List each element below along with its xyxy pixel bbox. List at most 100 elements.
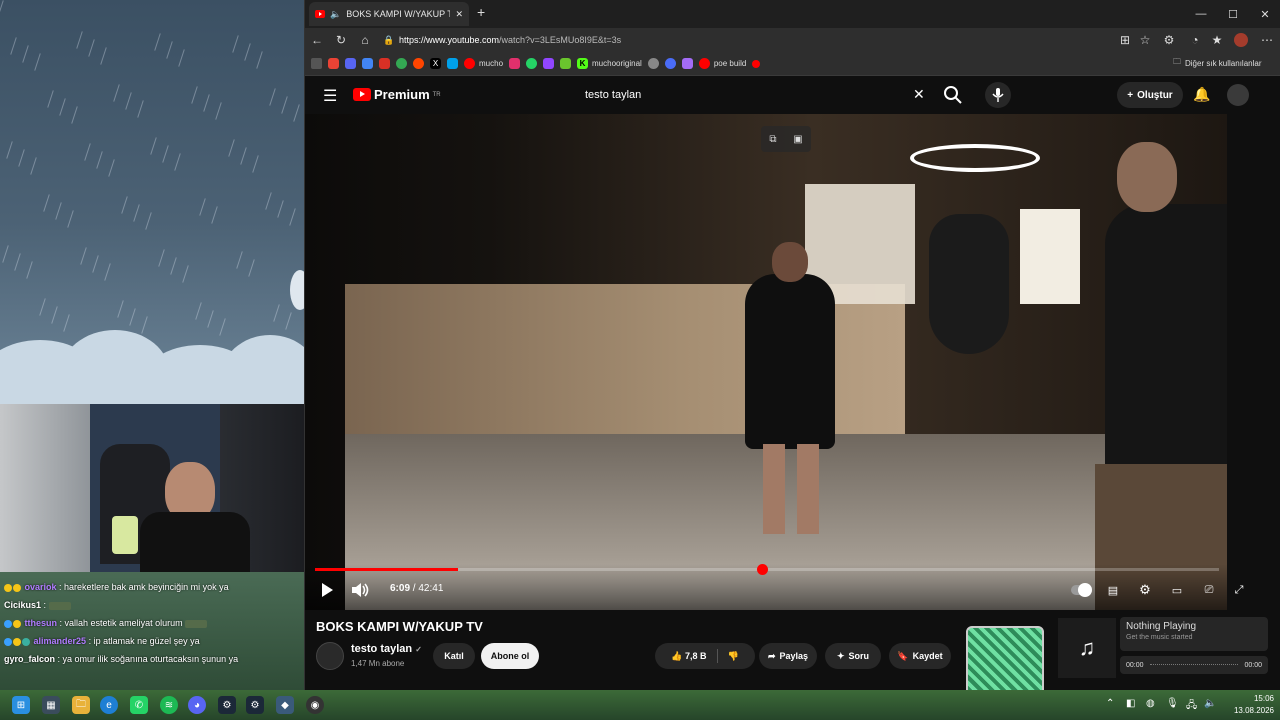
bookmark-item[interactable] <box>543 58 555 69</box>
microphone-icon[interactable] <box>985 82 1011 108</box>
bookmark-item[interactable] <box>311 58 322 69</box>
bookmark-item[interactable]: mucho <box>464 58 503 69</box>
channel-avatar[interactable] <box>316 642 344 670</box>
microphone-tray-icon[interactable]: 🎙 <box>1166 698 1179 709</box>
bookmark-item[interactable] <box>413 58 424 69</box>
vpn-icon[interactable]: ◆ <box>276 696 294 714</box>
other-bookmarks-folder[interactable]: 🗀 Diğer sık kullanılanlar <box>1173 56 1261 70</box>
steam-icon[interactable]: ⚙ <box>246 696 264 714</box>
bookmark-item[interactable] <box>447 58 458 69</box>
more-menu-icon[interactable]: ⋯ <box>1259 32 1275 48</box>
cast-icon[interactable]: ⎚ <box>1199 580 1219 600</box>
profile-avatar[interactable] <box>1233 32 1249 48</box>
new-tab-button[interactable]: + <box>477 4 485 20</box>
settings-gear-icon[interactable]: ⚙ <box>1135 580 1155 600</box>
rain-streak <box>256 51 263 69</box>
tray-app-icon[interactable]: ◧ <box>1126 698 1135 709</box>
rain-streak <box>55 202 62 220</box>
task-view-icon[interactable]: ▦ <box>42 696 60 714</box>
bookmark-item[interactable] <box>664 58 676 69</box>
clear-search-icon[interactable]: ✕ <box>913 86 925 103</box>
like-button[interactable]: 👍 7,8 B <box>671 651 706 662</box>
edge-browser-icon[interactable]: e <box>100 696 118 714</box>
screenshot-icon[interactable]: ▣ <box>793 134 802 145</box>
bookmark-item[interactable] <box>752 59 761 68</box>
maximize-button[interactable]: ☐ <box>1217 0 1249 28</box>
network-icon[interactable]: 🖧 <box>1186 698 1197 715</box>
bookmark-item[interactable] <box>328 58 339 69</box>
rain-streak <box>232 35 239 53</box>
minimize-button[interactable]: — <box>1185 0 1217 28</box>
search-icon[interactable] <box>943 85 963 105</box>
search-input[interactable]: testo taylan <box>575 81 937 109</box>
hamburger-menu-icon[interactable]: ☰ <box>323 86 337 106</box>
miniplayer-overlay[interactable]: ⧉ ▣ <box>761 126 811 152</box>
back-button[interactable]: ← <box>309 32 325 48</box>
url-field[interactable]: 🔒 https://www.youtube.com/watch?v=3LEsMU… <box>379 31 1119 49</box>
volume-icon[interactable] <box>351 580 371 600</box>
current-time: 6:09 <box>390 583 411 594</box>
ask-button[interactable]: ✦ Soru <box>825 643 881 669</box>
miniplayer-icon[interactable]: ▭ <box>1167 580 1187 600</box>
dislike-icon[interactable]: 👎 <box>728 651 739 662</box>
pip-icon[interactable]: ⧉ <box>769 134 776 145</box>
notifications-bell-icon[interactable]: 🔔 <box>1193 86 1210 103</box>
bookmark-item[interactable] <box>362 58 373 69</box>
extensions-icon[interactable]: ⚙ <box>1161 32 1177 48</box>
collections-icon[interactable]: ★ <box>1209 32 1225 48</box>
progress-scrubber[interactable] <box>756 564 768 575</box>
share-label: Paylaş <box>779 651 809 661</box>
bookmark-item[interactable] <box>345 58 356 69</box>
favorite-star-icon[interactable]: ☆ <box>1137 32 1153 48</box>
bookmark-item[interactable]: X <box>430 58 441 69</box>
gmail-icon <box>328 58 339 69</box>
video-title: BOKS KAMPI W/YAKUP TV <box>316 619 483 634</box>
subscribe-button[interactable]: Abone ol <box>481 643 539 669</box>
bookmark-item[interactable]: Kmuchooriginal <box>577 58 642 69</box>
bookmark-item[interactable] <box>647 58 659 69</box>
reload-button[interactable]: ↻ <box>333 32 349 48</box>
taskbar-clock[interactable]: 15:06 13.08.2026 <box>1222 693 1274 717</box>
youtube-premium-logo[interactable]: Premium TR <box>353 87 441 102</box>
video-player[interactable]: ⧉ ▣ <box>305 114 1227 610</box>
chat-username: gyro_falcon <box>4 654 56 664</box>
obs-icon[interactable]: ◉ <box>306 696 324 714</box>
rain-streak <box>265 192 272 210</box>
account-avatar[interactable] <box>1227 84 1249 106</box>
bookmark-item[interactable]: poe build <box>698 58 746 69</box>
steam-icon[interactable]: ⚙ <box>218 696 236 714</box>
channel-name[interactable]: testo taylan ✓ <box>351 643 422 655</box>
fullscreen-icon[interactable]: ⤢ <box>1229 580 1249 600</box>
save-button[interactable]: 🔖 Kaydet <box>889 643 951 669</box>
rain-streak <box>63 314 70 332</box>
play-button[interactable] <box>319 580 335 600</box>
whatsapp-icon[interactable]: ✆ <box>130 696 148 714</box>
bookmark-item[interactable] <box>681 58 693 69</box>
tray-app-icon[interactable]: ◍ <box>1146 698 1155 709</box>
bookmark-item[interactable] <box>509 58 521 69</box>
chat-text: : vallah estetik ameliyat olurum <box>59 618 183 628</box>
close-window-button[interactable]: ✕ <box>1249 0 1280 28</box>
bookmark-item[interactable] <box>526 58 538 69</box>
split-screen-icon[interactable]: ⊞ <box>1117 32 1133 48</box>
autoplay-toggle[interactable] <box>1069 580 1093 600</box>
address-bar-row: ← ↻ ⌂ 🔒 https://www.youtube.com/watch?v=… <box>305 28 1280 52</box>
close-tab-icon[interactable]: ✕ <box>455 9 463 20</box>
join-button[interactable]: Katıl <box>433 643 475 669</box>
home-button[interactable]: ⌂ <box>357 32 373 48</box>
bookmark-item[interactable] <box>560 58 572 69</box>
spotify-icon[interactable]: ≋ <box>160 696 178 714</box>
performance-icon[interactable]: ◔ <box>1187 32 1203 48</box>
like-count: 7,8 B <box>684 650 707 661</box>
browser-tab[interactable]: 🔈 BOKS KAMPI W/YAKUP TV - Y ✕ <box>309 2 469 26</box>
file-explorer-icon[interactable]: 🗀 <box>72 696 90 714</box>
share-button[interactable]: ➦ Paylaş <box>759 643 817 669</box>
tray-overflow-icon[interactable]: ⌃ <box>1106 698 1114 709</box>
create-button[interactable]: + Oluştur <box>1117 82 1183 108</box>
start-windows-icon[interactable]: ⊞ <box>12 696 30 714</box>
subtitles-icon[interactable]: ▤ <box>1103 580 1123 600</box>
bookmark-item[interactable] <box>396 58 407 69</box>
discord-icon[interactable]: ◕ <box>188 696 206 714</box>
bookmark-item[interactable] <box>379 58 390 69</box>
speaker-tray-icon[interactable]: 🔈 <box>1204 698 1216 709</box>
